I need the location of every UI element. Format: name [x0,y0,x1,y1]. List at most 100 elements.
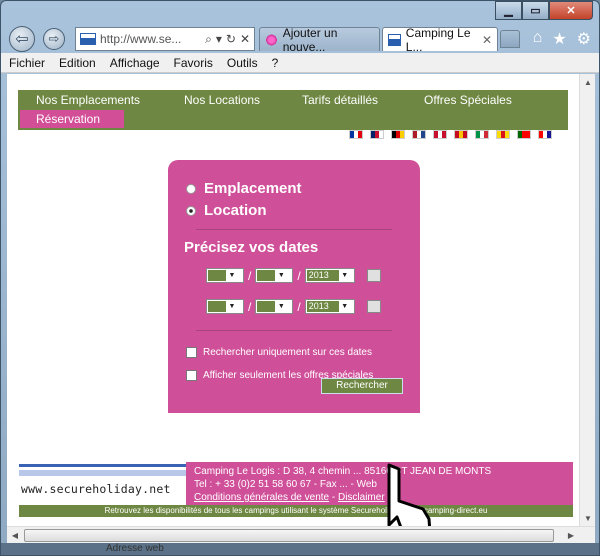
site-navigation: Nos Emplacements Nos Locations Tarifs dé… [18,90,568,130]
stop-icon[interactable]: ✕ [240,32,250,47]
start-day-select[interactable]: ▼ [206,268,244,283]
back-arrow-icon: ⇦ [15,31,29,48]
site-footer: www.secureholiday.net Camping Le Logis :… [19,462,573,517]
start-year-value: 2013 [306,270,339,281]
start-date-row: ▼ / ▼ / 2013 ▼ [206,268,381,283]
scroll-thumb[interactable] [24,529,554,542]
menu-fichier[interactable]: Fichier [9,56,45,70]
chevron-down-icon: ▼ [277,303,285,310]
check-dates-label: Rechercher uniquement sur ces dates [203,347,372,358]
settings-gear-icon[interactable]: ⚙ [577,29,591,49]
secureholiday-logo[interactable]: www.secureholiday.net [19,464,186,505]
new-tab-button[interactable] [500,30,520,48]
forward-arrow-icon: ⇨ [48,31,60,46]
pt-flag[interactable] [517,130,531,139]
search-button[interactable]: Rechercher [321,378,403,394]
close-window-button[interactable]: ✕ [549,1,593,20]
menu-help[interactable]: ? [272,56,279,70]
close-tab-icon[interactable]: ✕ [482,33,492,47]
nav-offres[interactable]: Offres Spéciales [424,93,512,107]
chevron-down-icon: ▼ [341,272,349,279]
conditions-link[interactable]: Conditions générales de vente [194,492,329,503]
end-year-value: 2013 [306,301,339,312]
radio-location[interactable] [186,205,196,216]
window-controls: ▁ ▭ ✕ [495,1,593,20]
scroll-down-icon[interactable]: ▼ [580,510,595,526]
chevron-down-icon: ▼ [341,303,349,310]
divider [196,229,392,230]
end-date-row: ▼ / ▼ / 2013 ▼ [206,299,381,314]
nl-flag[interactable] [412,130,426,139]
check-offers-checkbox[interactable] [186,370,197,381]
chevron-down-icon: ▼ [277,272,285,279]
nav-tarifs[interactable]: Tarifs détaillés [302,93,378,107]
scroll-up-icon[interactable]: ▲ [580,74,595,90]
de-flag[interactable] [391,130,405,139]
tab-camping[interactable]: Camping Le L... ✕ [382,25,498,54]
radio-emplacement[interactable] [186,183,196,194]
hand-cursor-icon [387,463,432,526]
minimize-button[interactable]: ▁ [495,1,522,20]
site-favicon-icon [80,33,96,45]
menu-bar: Fichier Edition Affichage Favoris Outils… [1,53,599,73]
toolbar-icons: ⌂ ★ ⚙ [533,29,591,49]
address-bar[interactable]: http://www.se... ⌕ ▾ ↻ ✕ [75,27,255,51]
chevron-down-icon: ▼ [228,303,236,310]
es-flag[interactable] [454,130,468,139]
search-icon[interactable]: ⌕ [205,32,212,47]
hr-flag[interactable] [538,130,552,139]
end-year-select[interactable]: 2013 ▼ [304,299,355,314]
footer-bottom-note: Retrouvez les disponibilités de tous les… [19,505,573,517]
menu-favoris[interactable]: Favoris [174,56,213,70]
scroll-right-icon[interactable]: ▶ [563,527,579,543]
end-day-select[interactable]: ▼ [206,299,244,314]
start-month-select[interactable]: ▼ [255,268,294,283]
option-emplacement[interactable]: Emplacement [186,180,302,197]
divider [196,330,392,331]
nav-locations[interactable]: Nos Locations [184,93,260,107]
maximize-button[interactable]: ▭ [522,1,549,20]
scroll-left-icon[interactable]: ◀ [7,527,23,543]
dropdown-icon[interactable]: ▾ [216,32,222,47]
home-icon[interactable]: ⌂ [533,29,543,49]
option-emplacement-label: Emplacement [204,180,302,197]
calendar-icon[interactable] [366,300,381,313]
dk-flag[interactable] [433,130,447,139]
page-viewport: Nos Emplacements Nos Locations Tarifs dé… [7,74,595,526]
start-year-select[interactable]: 2013 ▼ [304,268,355,283]
check-dates-row[interactable]: Rechercher uniquement sur ces dates [186,347,372,358]
logo-text: www.secureholiday.net [21,482,171,496]
back-button[interactable]: ⇦ [9,26,35,52]
vertical-scrollbar[interactable]: ▲ ▼ [579,74,595,526]
end-month-select[interactable]: ▼ [255,299,294,314]
nav-emplacements[interactable]: Nos Emplacements [36,93,140,107]
calendar-icon[interactable] [366,269,381,282]
menu-affichage[interactable]: Affichage [110,56,160,70]
nav-reservation[interactable]: Réservation [20,110,124,128]
taskbar-strip: Adresse web [1,543,599,555]
horizontal-scrollbar[interactable]: ◀ ▶ [7,526,595,543]
menu-edition[interactable]: Edition [59,56,96,70]
fr-flag[interactable] [349,130,363,139]
tab-label: Ajouter un nouve... [282,25,338,54]
forward-button[interactable]: ⇨ [43,28,65,50]
flower-icon [265,33,278,46]
address-text[interactable]: http://www.se... [100,32,181,46]
refresh-icon[interactable]: ↻ [226,32,236,47]
it-flag[interactable] [475,130,489,139]
chevron-down-icon: ▼ [228,272,236,279]
check-dates-checkbox[interactable] [186,347,197,358]
booking-search-panel: Emplacement Location Précisez vos dates … [168,160,420,413]
dates-title: Précisez vos dates [184,239,319,256]
menu-outils[interactable]: Outils [227,56,258,70]
option-location[interactable]: Location [186,202,267,219]
browser-window: ▁ ▭ ✕ ⇦ ⇨ http://www.se... ⌕ ▾ ↻ ✕ Ajout… [0,0,600,556]
tab-label: Camping Le L... [405,25,471,54]
tab-new-page[interactable]: Ajouter un nouve... [259,25,380,54]
site-favicon-icon [388,33,401,46]
language-flags [349,130,552,139]
uk-flag[interactable] [370,130,384,139]
favorites-star-icon[interactable]: ★ [552,29,566,49]
cat-flag[interactable] [496,130,510,139]
option-location-label: Location [204,202,267,219]
